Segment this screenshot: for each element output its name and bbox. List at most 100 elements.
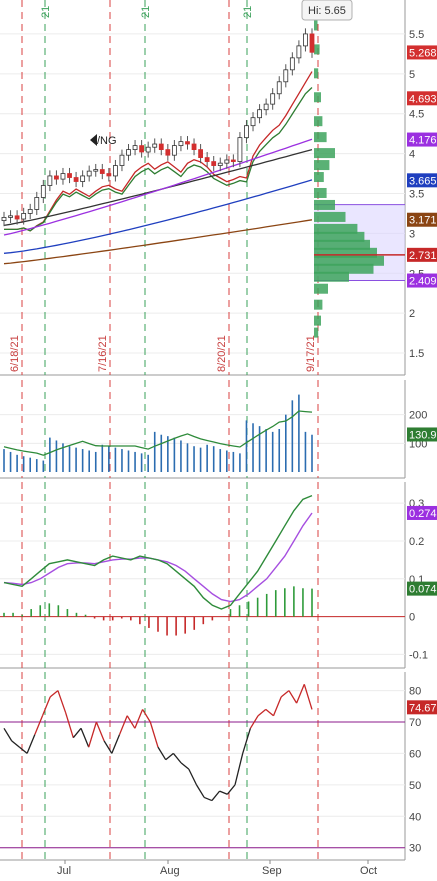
macd-tick-label: 0.2 [409,536,424,548]
macd-signal-tag: 0.274 [409,508,437,520]
candle [113,165,118,177]
candle [86,170,92,177]
price-tag: 4.693 [409,93,437,105]
macd-histogram-tag: 0.074 [409,584,437,596]
candle [276,81,282,95]
profile-bar [314,44,320,55]
price-tick-label: 2 [409,308,415,320]
price-tag: 3.665 [409,175,437,187]
profile-bar [314,92,321,103]
candle [80,175,86,182]
candle [93,169,99,172]
candle [270,93,276,105]
profile-bar [314,327,319,338]
candle [132,145,138,151]
candle [8,215,13,218]
price-tag: 3.171 [409,215,437,227]
candle [158,143,164,151]
profile-bar [314,132,327,143]
candle [237,137,243,162]
profile-bar [314,160,330,171]
profile-bar [314,315,321,326]
candle [191,143,197,151]
panel-backgrounds [0,0,437,861]
candle [40,185,46,198]
profile-bar [314,187,327,198]
profile-bar [314,68,319,79]
x-axis: Jul Aug Sep Oct [57,860,377,877]
candle [204,157,210,162]
candle [27,209,33,214]
x-tick-label: Sep [262,865,282,877]
profile-bar [314,299,323,310]
top-marker-label: 21 [40,6,52,18]
candle [257,109,262,119]
price-tick-label: 3.5 [409,188,424,200]
candle [178,141,184,147]
candle [185,141,190,145]
candle [211,161,217,166]
price-tag: 2.731 [409,250,437,262]
price-tick-label: 5.5 [409,29,424,41]
panel-bg-price [0,0,437,375]
rsi-tick-label: 80 [409,686,421,698]
price-tick-label: 4 [409,149,415,161]
candle [73,177,79,182]
volume-last-tag: 130.9 [409,429,437,441]
rsi-tick-label: 30 [409,843,421,855]
candle [1,217,7,222]
price-tick-label: 3 [409,228,415,240]
rsi-tick-label: 70 [409,717,421,729]
date-marker-label: 9/17/21 [305,335,317,372]
candle [165,149,171,156]
macd-tick-label: -0.1 [409,649,428,661]
candle [99,169,105,174]
profile-bar [314,199,335,210]
profile-bar [314,20,318,31]
profile-bar [314,148,335,159]
symbol-label: /NG [97,135,117,147]
rsi-last-tag: 74.67 [409,702,437,714]
rsi-tick-label: 50 [409,780,421,792]
macd-tick-label: 0 [409,612,415,624]
profile-bar [314,211,346,222]
profile-bar [314,172,324,183]
x-tick-label: Oct [360,865,377,877]
candle [60,173,66,180]
price-tick-label: 5 [409,69,415,81]
candle [224,159,230,164]
volume-tick-label: 200 [409,410,427,422]
candle [34,197,40,210]
candle [119,154,125,166]
candle [250,117,256,127]
x-tick-label: Jul [57,865,71,877]
candle [152,143,158,148]
top-marker-label: 21 [140,6,152,18]
candle [283,69,289,83]
candle [244,125,249,139]
price-tick-label: 1.5 [409,348,424,360]
candle [230,159,236,162]
candle [47,175,53,186]
candle [106,173,112,177]
profile-bar [314,271,349,282]
hi-label: Hi: 5.65 [308,5,346,17]
candle [126,149,131,156]
top-marker-label: 21 [242,6,254,18]
candle [289,57,295,71]
panel-bg-volume [0,380,437,478]
date-marker-label: 8/20/21 [216,335,228,372]
rsi-tick-label: 40 [409,811,421,823]
candle [171,145,177,156]
rsi-tick-label: 60 [409,748,421,760]
candle [14,215,20,220]
candle [309,33,315,53]
date-marker-label: 6/18/21 [9,335,21,372]
candle [296,45,302,59]
x-tick-label: Aug [160,865,180,877]
candle [145,146,151,153]
candle [67,173,72,178]
profile-bar [314,283,328,294]
candle [54,175,59,180]
candle [139,145,145,153]
